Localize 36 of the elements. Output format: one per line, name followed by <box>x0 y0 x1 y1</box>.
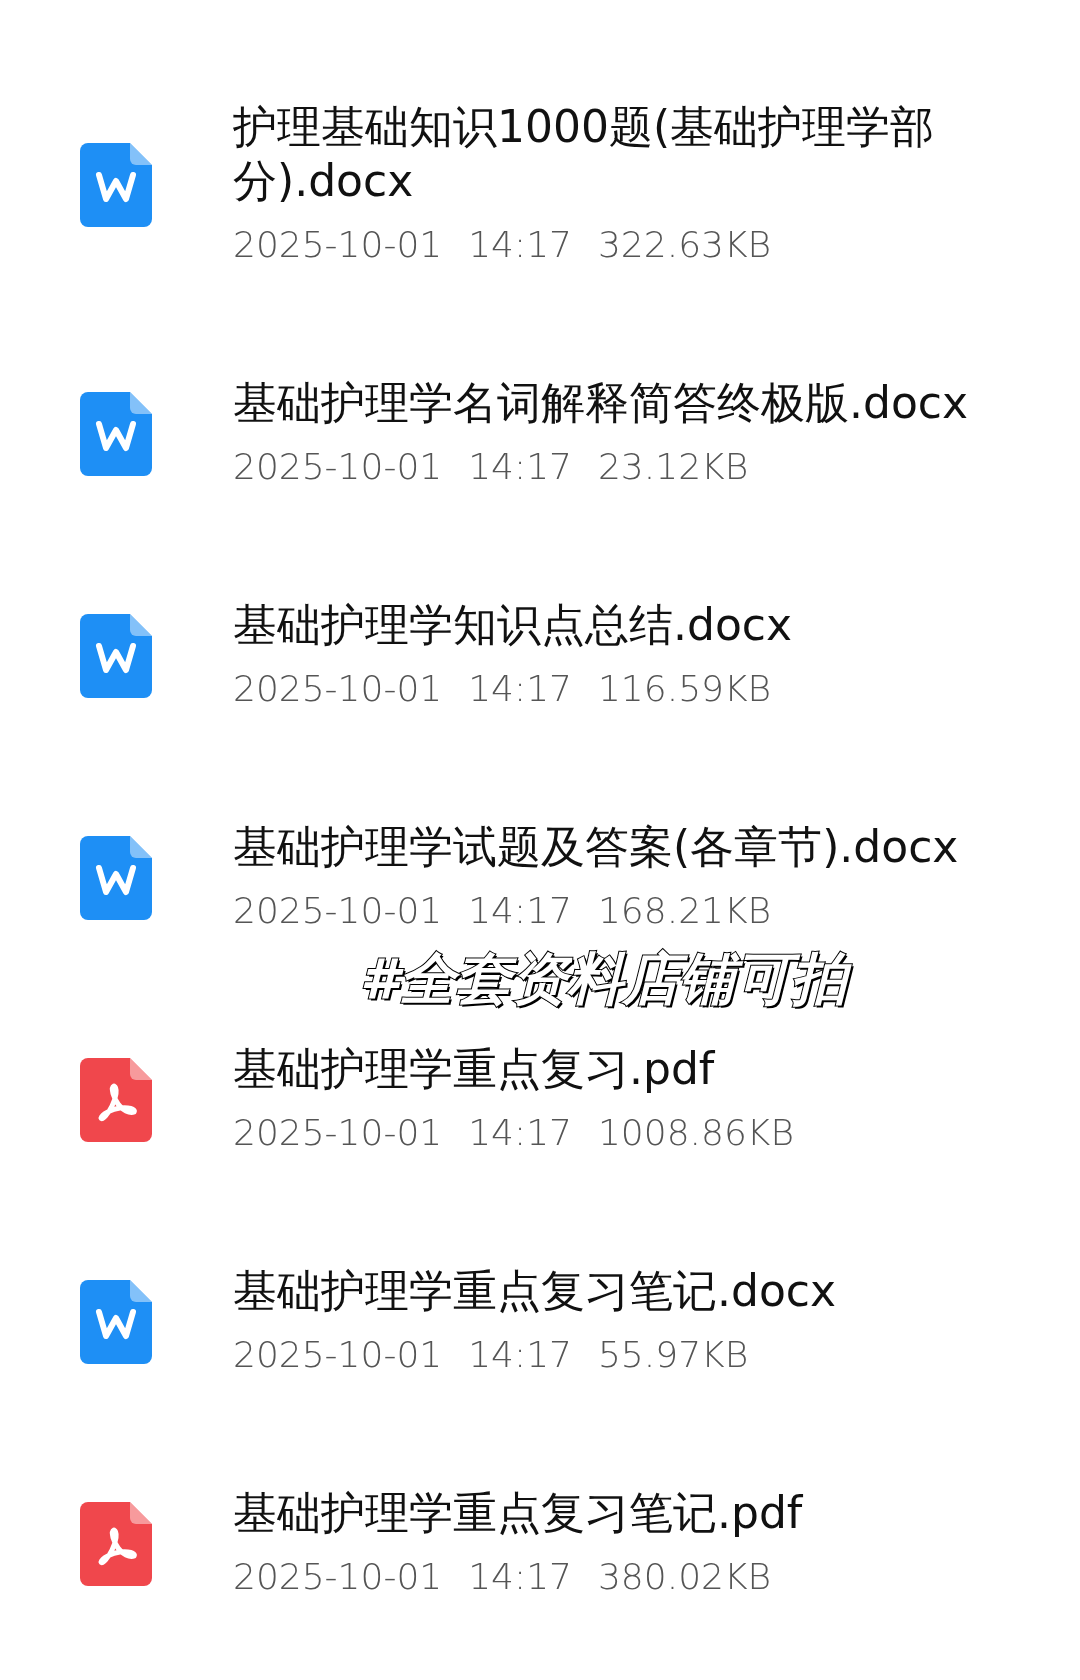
word-file-icon <box>80 392 152 476</box>
overlay-caption: #全套资料店铺可拍 <box>356 948 861 1010</box>
file-date: 2025-10-01 <box>233 889 443 933</box>
file-time: 14:17 <box>468 1111 572 1155</box>
file-name[interactable]: 护理基础知识1000题(基础护理学部分).docx <box>233 100 990 208</box>
file-size: 23.12KB <box>597 445 749 489</box>
word-file-icon <box>80 836 152 920</box>
file-date: 2025-10-01 <box>233 1555 443 1599</box>
file-date: 2025-10-01 <box>233 1333 443 1377</box>
file-size: 322.63KB <box>597 223 772 267</box>
file-time: 14:17 <box>468 1333 572 1377</box>
file-time: 14:17 <box>468 223 572 267</box>
file-size: 1008.86KB <box>597 1111 795 1155</box>
file-date: 2025-10-01 <box>233 667 443 711</box>
file-name[interactable]: 基础护理学重点复习笔记.docx <box>233 1264 990 1318</box>
word-file-icon <box>80 614 152 698</box>
file-size: 55.97KB <box>597 1333 749 1377</box>
file-time: 14:17 <box>468 667 572 711</box>
pdf-file-icon <box>80 1058 152 1142</box>
file-size: 380.02KB <box>597 1555 772 1599</box>
file-name[interactable]: 基础护理学名词解释简答终极版.docx <box>233 376 990 430</box>
file-name[interactable]: 基础护理学知识点总结.docx <box>233 598 990 652</box>
file-size: 116.59KB <box>597 667 772 711</box>
file-name[interactable]: 基础护理学试题及答案(各章节).docx <box>233 820 990 874</box>
file-time: 14:17 <box>468 1555 572 1599</box>
file-size: 168.21KB <box>597 889 772 933</box>
word-file-icon <box>80 1280 152 1364</box>
file-time: 14:17 <box>468 445 572 489</box>
file-time: 14:17 <box>468 889 572 933</box>
file-date: 2025-10-01 <box>233 223 443 267</box>
pdf-file-icon <box>80 1502 152 1586</box>
file-name[interactable]: 基础护理学重点复习笔记.pdf <box>233 1486 990 1540</box>
file-name[interactable]: 基础护理学重点复习.pdf <box>233 1042 990 1096</box>
file-date: 2025-10-01 <box>233 445 443 489</box>
file-date: 2025-10-01 <box>233 1111 443 1155</box>
word-file-icon <box>80 143 152 227</box>
